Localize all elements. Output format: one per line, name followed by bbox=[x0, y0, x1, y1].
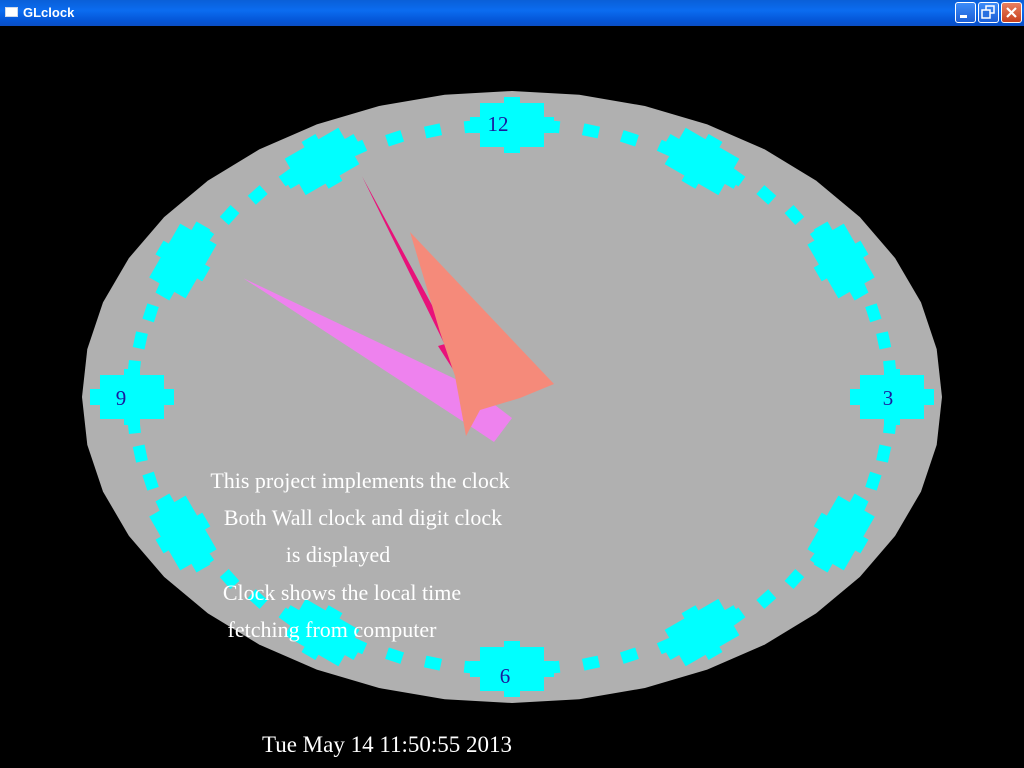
numeral-9: 9 bbox=[115, 386, 127, 410]
numeral-12: 12 bbox=[487, 112, 509, 136]
minute-dot bbox=[543, 119, 561, 134]
numeral-3: 3 bbox=[882, 386, 894, 410]
minute-dot bbox=[883, 416, 897, 434]
restore-icon bbox=[981, 5, 995, 19]
restore-button[interactable] bbox=[978, 2, 999, 23]
info-line-4: Clock shows the local time bbox=[222, 580, 462, 605]
close-icon bbox=[1006, 7, 1017, 18]
clock-canvas: 12 3 6 9 This project implements the clo… bbox=[0, 26, 1024, 768]
close-button[interactable] bbox=[1001, 2, 1022, 23]
window-icon bbox=[5, 7, 18, 17]
numeral-6: 6 bbox=[499, 664, 511, 688]
info-line-3: is displayed bbox=[285, 542, 391, 567]
minimize-icon bbox=[960, 15, 967, 18]
info-line-1: This project implements the clock bbox=[210, 468, 510, 493]
info-line-5: fetching from computer bbox=[227, 617, 437, 642]
title-bar[interactable]: GLclock bbox=[0, 0, 1024, 26]
info-line-2: Both Wall clock and digit clock bbox=[223, 505, 503, 530]
minute-dot bbox=[127, 360, 141, 378]
window-title: GLclock bbox=[23, 5, 75, 20]
minimize-button[interactable] bbox=[955, 2, 976, 23]
digital-clock: Tue May 14 11:50:55 2013 bbox=[261, 732, 513, 757]
